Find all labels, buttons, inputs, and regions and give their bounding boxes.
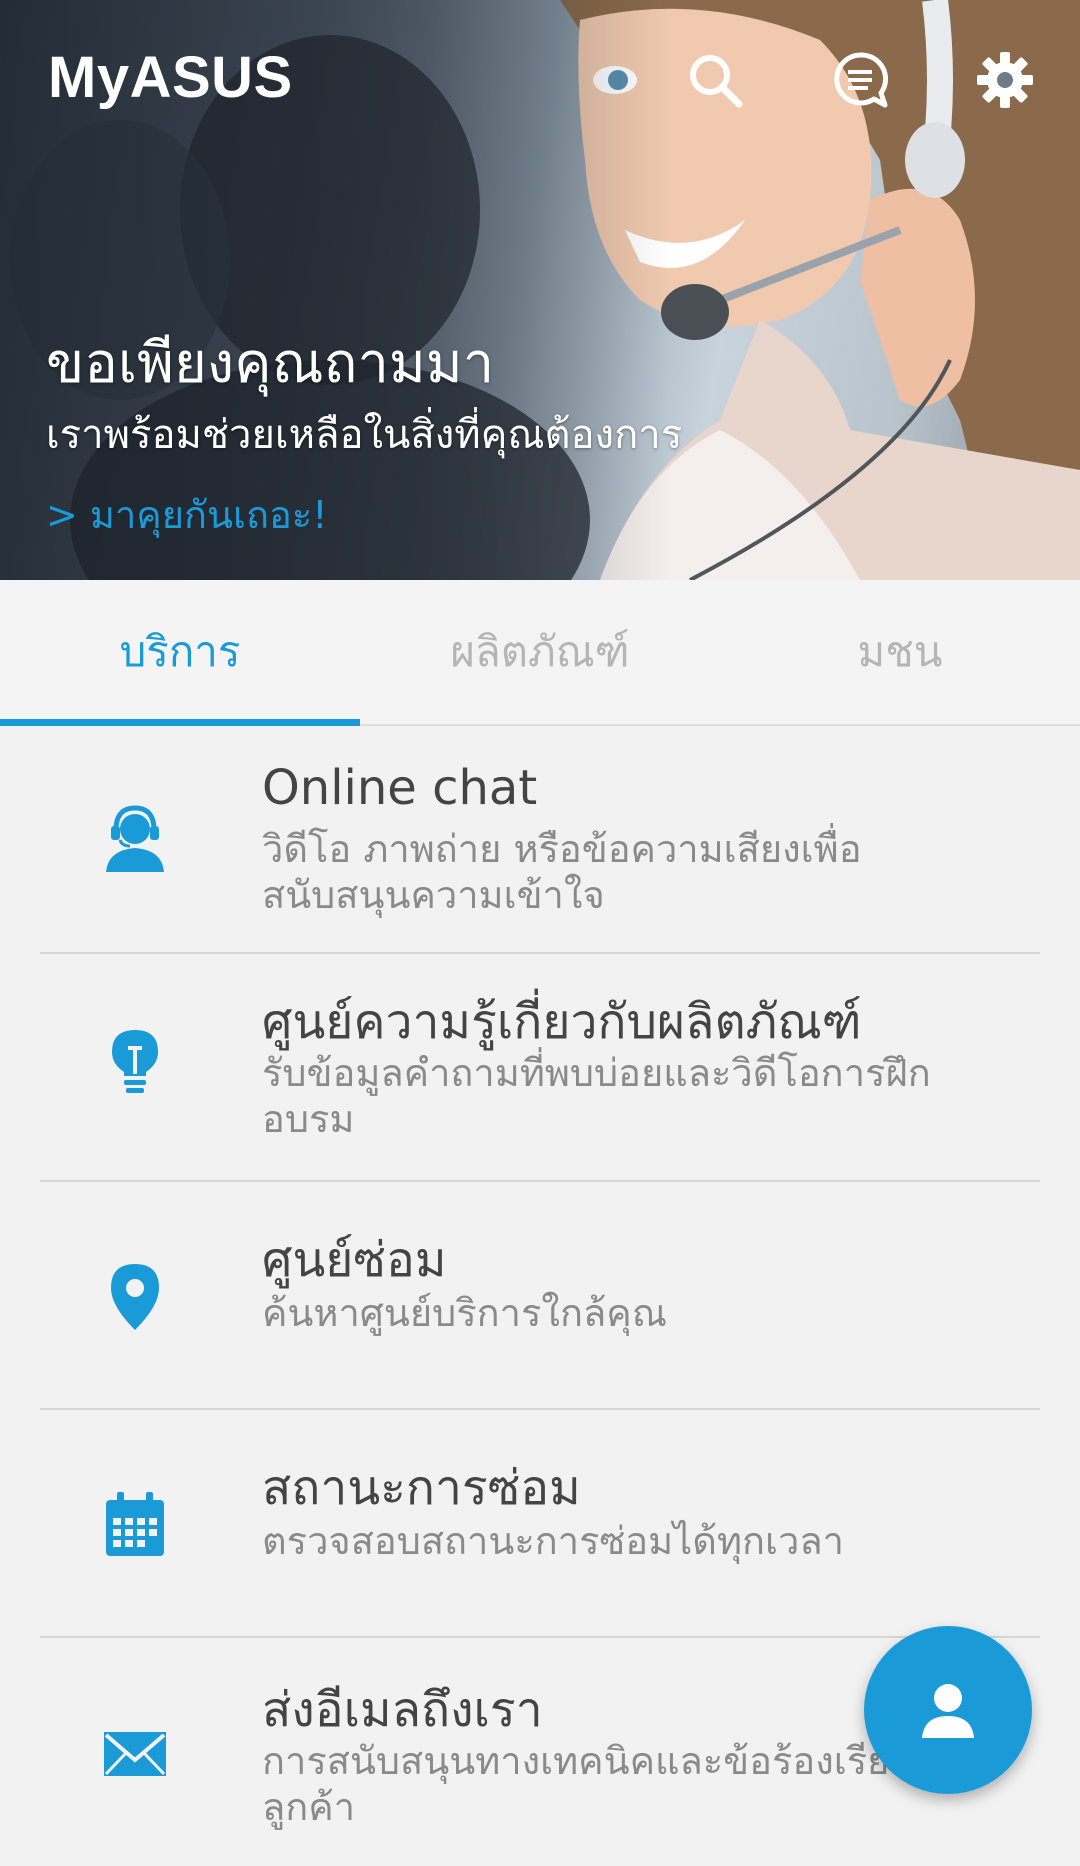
- hero-headline: ขอเพียงคุณถามมา: [46, 331, 495, 396]
- lets-chat-link[interactable]: > มาคุยกันเถอะ!: [46, 484, 327, 545]
- map-pin-icon: [100, 1262, 170, 1332]
- calendar-icon: [100, 1490, 170, 1560]
- person-icon: [922, 1684, 974, 1738]
- contact-fab-button[interactable]: [864, 1626, 1032, 1794]
- list-item-online-chat[interactable]: Online chat วิดีโอ ภาพถ่าย หรือข้อความเส…: [0, 726, 1080, 954]
- gear-icon[interactable]: [975, 50, 1035, 110]
- list-item-repair-center[interactable]: ศูนย์ซ่อม ค้นหาศูนย์บริการใกล้คุณ: [0, 1182, 1080, 1410]
- envelope-icon: [100, 1718, 170, 1788]
- hero-banner: MyASUS ขอเพียงคุณถามมา เราพร้อมช่วยเหลือ…: [0, 0, 1080, 580]
- tab-bar: บริการ ผลิตภัณฑ์ มชน: [0, 580, 1080, 726]
- hero-subtitle: เราพร้อมช่วยเหลือในสิ่งที่คุณต้องการ: [46, 412, 683, 458]
- item-title: ศูนย์ความรู้เกี่ยวกับผลิตภัณฑ์: [262, 994, 862, 1050]
- headset-agent-icon: [100, 802, 170, 872]
- list-item-repair-status[interactable]: สถานะการซ่อม ตรวจสอบสถานะการซ่อมได้ทุกเว…: [0, 1410, 1080, 1638]
- list-item-knowledge-center[interactable]: ศูนย์ความรู้เกี่ยวกับผลิตภัณฑ์ รับข้อมูล…: [0, 954, 1080, 1182]
- tab-community[interactable]: มชน: [720, 580, 1080, 724]
- chat-message-icon[interactable]: [830, 50, 890, 110]
- item-title: ส่งอีเมลถึงเรา: [262, 1682, 543, 1738]
- item-description: ตรวจสอบสถานะการซ่อมได้ทุกเวลา: [262, 1519, 844, 1563]
- tab-services[interactable]: บริการ: [0, 580, 360, 726]
- item-title: สถานะการซ่อม: [262, 1460, 581, 1516]
- search-icon[interactable]: [685, 50, 745, 110]
- item-title: ศูนย์ซ่อม: [262, 1232, 447, 1288]
- item-description: วิดีโอ ภาพถ่าย หรือข้อความเสียงเพื่อสนับ…: [262, 827, 862, 917]
- app-title: MyASUS: [48, 45, 293, 110]
- item-title: Online chat: [262, 760, 538, 816]
- tab-products[interactable]: ผลิตภัณฑ์: [360, 580, 720, 724]
- item-description: รับข้อมูลคำถามที่พบบ่อยและวิดีโอการฝึกอบ…: [262, 1051, 931, 1141]
- item-description: ค้นหาศูนย์บริการใกล้คุณ: [262, 1291, 667, 1335]
- lightbulb-icon: [100, 1028, 170, 1098]
